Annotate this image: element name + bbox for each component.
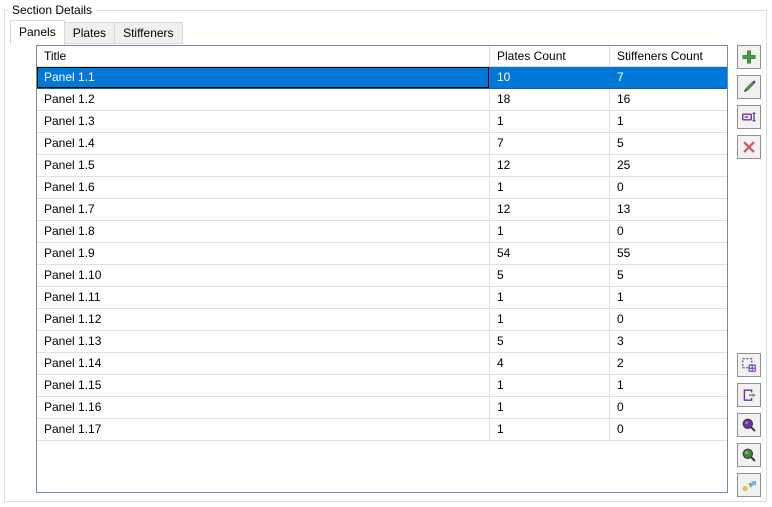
table-row[interactable]: Panel 1.1442 bbox=[37, 353, 727, 375]
cell-title[interactable]: Panel 1.1 bbox=[37, 67, 490, 89]
zoom-selection-button[interactable] bbox=[737, 413, 761, 437]
table-row[interactable]: Panel 1.1710 bbox=[37, 419, 727, 441]
cell-stiffeners[interactable]: 1 bbox=[610, 111, 727, 133]
cell-title[interactable]: Panel 1.9 bbox=[37, 243, 490, 265]
export-arrow-icon bbox=[741, 387, 757, 403]
cell-title[interactable]: Panel 1.2 bbox=[37, 89, 490, 111]
cell-stiffeners[interactable]: 1 bbox=[610, 287, 727, 309]
pencil-icon bbox=[741, 79, 757, 95]
delete-x-icon bbox=[741, 139, 757, 155]
cell-stiffeners[interactable]: 0 bbox=[610, 221, 727, 243]
table-row[interactable]: Panel 1.1511 bbox=[37, 375, 727, 397]
chart-arrows-icon bbox=[741, 477, 757, 493]
cell-stiffeners[interactable]: 55 bbox=[610, 243, 727, 265]
cell-plates[interactable]: 1 bbox=[490, 111, 610, 133]
cell-title[interactable]: Panel 1.3 bbox=[37, 111, 490, 133]
section-details-panel: Section Details PanelsPlatesStiffeners T… bbox=[0, 0, 772, 507]
cell-plates[interactable]: 1 bbox=[490, 309, 610, 331]
cell-stiffeners[interactable]: 3 bbox=[610, 331, 727, 353]
tab-panels[interactable]: Panels bbox=[10, 20, 65, 45]
cell-title[interactable]: Panel 1.5 bbox=[37, 155, 490, 177]
cell-plates[interactable]: 1 bbox=[490, 375, 610, 397]
tab-strip: PanelsPlatesStiffeners bbox=[10, 20, 183, 45]
cell-stiffeners[interactable]: 16 bbox=[610, 89, 727, 111]
selection-grid-icon bbox=[741, 357, 757, 373]
panels-table: Title Plates Count Stiffeners Count Pane… bbox=[36, 45, 728, 493]
add-button[interactable] bbox=[737, 45, 761, 69]
cell-plates[interactable]: 5 bbox=[490, 265, 610, 287]
cell-title[interactable]: Panel 1.14 bbox=[37, 353, 490, 375]
table-header-row: Title Plates Count Stiffeners Count bbox=[37, 46, 727, 67]
cell-plates[interactable]: 1 bbox=[490, 177, 610, 199]
table-row[interactable]: Panel 1.810 bbox=[37, 221, 727, 243]
column-header-stiffeners-count[interactable]: Stiffeners Count bbox=[610, 46, 727, 67]
cell-title[interactable]: Panel 1.17 bbox=[37, 419, 490, 441]
cell-title[interactable]: Panel 1.10 bbox=[37, 265, 490, 287]
cell-title[interactable]: Panel 1.7 bbox=[37, 199, 490, 221]
export-button[interactable] bbox=[737, 383, 761, 407]
table-body: Panel 1.1107Panel 1.21816Panel 1.311Pane… bbox=[37, 67, 727, 441]
edit-button[interactable] bbox=[737, 75, 761, 99]
cell-stiffeners[interactable]: 0 bbox=[610, 397, 727, 419]
table-row[interactable]: Panel 1.1107 bbox=[37, 67, 727, 89]
table-row[interactable]: Panel 1.1610 bbox=[37, 397, 727, 419]
cell-plates[interactable]: 54 bbox=[490, 243, 610, 265]
cell-title[interactable]: Panel 1.6 bbox=[37, 177, 490, 199]
cell-stiffeners[interactable]: 13 bbox=[610, 199, 727, 221]
cell-stiffeners[interactable]: 7 bbox=[610, 67, 727, 89]
table-row[interactable]: Panel 1.1055 bbox=[37, 265, 727, 287]
cell-title[interactable]: Panel 1.13 bbox=[37, 331, 490, 353]
cell-stiffeners[interactable]: 0 bbox=[610, 309, 727, 331]
cell-stiffeners[interactable]: 5 bbox=[610, 133, 727, 155]
cell-title[interactable]: Panel 1.16 bbox=[37, 397, 490, 419]
table-row[interactable]: Panel 1.1111 bbox=[37, 287, 727, 309]
plus-icon bbox=[741, 49, 757, 65]
cell-stiffeners[interactable]: 0 bbox=[610, 177, 727, 199]
rename-text-cursor-icon bbox=[741, 109, 757, 125]
cell-stiffeners[interactable]: 0 bbox=[610, 419, 727, 441]
groupbox-title: Section Details bbox=[8, 3, 96, 17]
cell-plates[interactable]: 1 bbox=[490, 397, 610, 419]
table-row[interactable]: Panel 1.311 bbox=[37, 111, 727, 133]
cell-stiffeners[interactable]: 25 bbox=[610, 155, 727, 177]
cell-title[interactable]: Panel 1.12 bbox=[37, 309, 490, 331]
table-row[interactable]: Panel 1.51225 bbox=[37, 155, 727, 177]
cell-stiffeners[interactable]: 1 bbox=[610, 375, 727, 397]
zoom-fit-button[interactable] bbox=[737, 443, 761, 467]
magnifier-green-icon bbox=[741, 447, 757, 463]
cell-plates[interactable]: 4 bbox=[490, 353, 610, 375]
table-row[interactable]: Panel 1.1210 bbox=[37, 309, 727, 331]
cell-stiffeners[interactable]: 5 bbox=[610, 265, 727, 287]
cell-plates[interactable]: 7 bbox=[490, 133, 610, 155]
delete-button[interactable] bbox=[737, 135, 761, 159]
table-row[interactable]: Panel 1.1353 bbox=[37, 331, 727, 353]
table-row[interactable]: Panel 1.610 bbox=[37, 177, 727, 199]
cell-plates[interactable]: 1 bbox=[490, 287, 610, 309]
tab-plates[interactable]: Plates bbox=[65, 22, 115, 44]
table-row[interactable]: Panel 1.21816 bbox=[37, 89, 727, 111]
cell-stiffeners[interactable]: 2 bbox=[610, 353, 727, 375]
cell-plates[interactable]: 1 bbox=[490, 221, 610, 243]
cell-title[interactable]: Panel 1.4 bbox=[37, 133, 490, 155]
cell-plates[interactable]: 12 bbox=[490, 199, 610, 221]
statistics-button[interactable] bbox=[737, 473, 761, 497]
cell-plates[interactable]: 18 bbox=[490, 89, 610, 111]
cell-plates[interactable]: 10 bbox=[490, 67, 610, 89]
tab-stiffeners[interactable]: Stiffeners bbox=[115, 22, 182, 44]
rename-button[interactable] bbox=[737, 105, 761, 129]
cell-title[interactable]: Panel 1.8 bbox=[37, 221, 490, 243]
magnifier-purple-icon bbox=[741, 417, 757, 433]
cell-title[interactable]: Panel 1.15 bbox=[37, 375, 490, 397]
column-header-title[interactable]: Title bbox=[37, 46, 490, 67]
table-row[interactable]: Panel 1.71213 bbox=[37, 199, 727, 221]
table-row[interactable]: Panel 1.95455 bbox=[37, 243, 727, 265]
cell-plates[interactable]: 1 bbox=[490, 419, 610, 441]
table-row[interactable]: Panel 1.475 bbox=[37, 133, 727, 155]
column-header-plates-count[interactable]: Plates Count bbox=[490, 46, 610, 67]
cell-plates[interactable]: 5 bbox=[490, 331, 610, 353]
select-region-button[interactable] bbox=[737, 353, 761, 377]
cell-title[interactable]: Panel 1.11 bbox=[37, 287, 490, 309]
cell-plates[interactable]: 12 bbox=[490, 155, 610, 177]
